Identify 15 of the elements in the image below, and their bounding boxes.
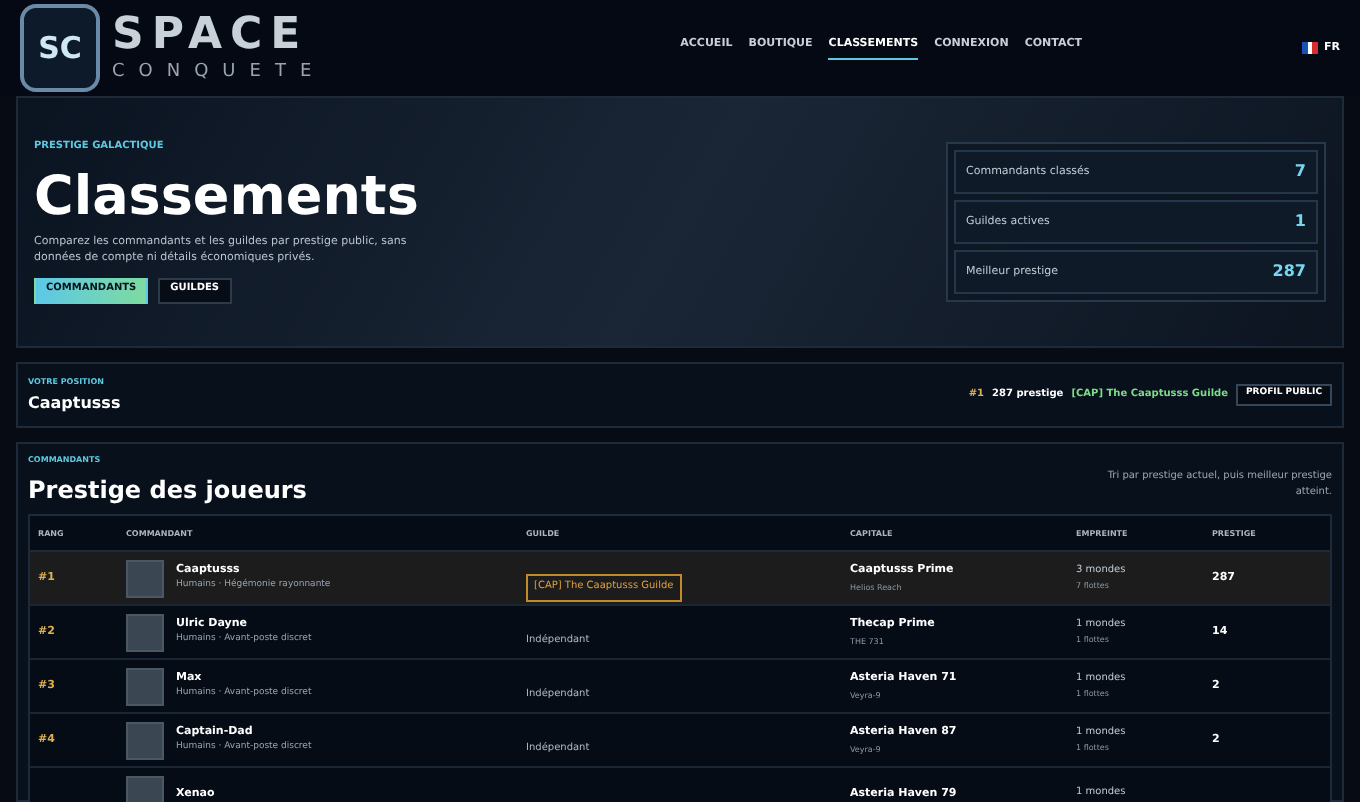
- logo-title: SPACE: [112, 14, 311, 58]
- stat-value: 7: [1294, 160, 1306, 184]
- logo-subtitle: CONQUETE: [112, 64, 326, 82]
- flag-icon: [1302, 42, 1318, 54]
- player-name: Caaptusss: [28, 391, 121, 415]
- avatar-placeholder: [126, 613, 164, 651]
- avatar-placeholder: [126, 559, 164, 597]
- ranking-title: Prestige des joueurs: [28, 474, 307, 508]
- avatar-placeholder: [126, 721, 164, 759]
- stat-value: 287: [1272, 260, 1306, 284]
- logo-emblem: SC: [20, 4, 100, 92]
- stat-value: 1: [1294, 210, 1306, 234]
- avatar-placeholder: [126, 667, 164, 705]
- hero-title: Classements: [34, 163, 421, 232]
- avatar-placeholder: [126, 775, 164, 802]
